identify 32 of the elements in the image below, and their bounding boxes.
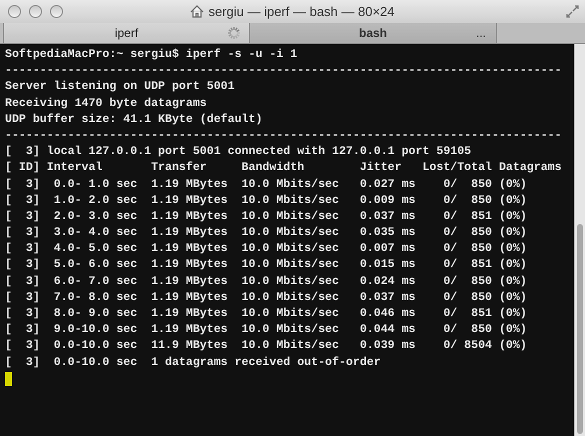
terminal-line: [ 3] 4.0- 5.0 sec 1.19 MBytes 10.0 Mbits/sec 0.007 ms 0/ 850 (0%) [5,241,527,258]
scrollbar[interactable] [574,44,585,436]
window-title: sergiu — iperf — bash — 80×24 [208,2,395,21]
overflow-indicator: ... [476,25,486,42]
close-button[interactable] [8,5,21,18]
terminal-line: [ 3] 2.0- 3.0 sec 1.19 MBytes 10.0 Mbits/sec 0.037 ms 0/ 851 (0%) [5,208,527,225]
terminal-line: [ 3] 0.0-10.0 sec 1 datagrams received out-of-order [5,354,381,371]
terminal-line: UDP buffer size: 41.1 KByte (default) [5,112,262,128]
tab[interactable]: bash ... [250,23,497,43]
terminal-line: -------------------------------------------------------------------------------- [5,63,562,80]
cursor [5,372,12,386]
terminal-line: Server listening on UDP port 5001 [5,79,235,96]
fullscreen-icon[interactable] [566,5,579,18]
terminal-line: [ 3] 3.0- 4.0 sec 1.19 MBytes 10.0 Mbits/sec 0.035 ms 0/ 850 (0%) [5,225,527,242]
terminal-line: -------------------------------------------------------------------------------- [5,128,562,144]
terminal-line: [ 3] 7.0- 8.0 sec 1.19 MBytes 10.0 Mbits/sec 0.037 ms 0/ 850 (0%) [5,290,527,306]
terminal-line: [ ID] Interval Transfer Bandwidth Jitter Lost/Total Datagrams [5,160,562,176]
tab[interactable]: iperf [3,23,250,43]
terminal-line: [ 3] 5.0- 6.0 sec 1.19 MBytes 10.0 Mbits/sec 0.015 ms 0/ 851 (0%) [5,257,527,274]
terminal-line: Receiving 1470 byte datagrams [5,96,207,112]
house-icon [190,5,204,18]
minimize-button[interactable] [29,5,42,18]
terminal-line: [ 3] 8.0- 9.0 sec 1.19 MBytes 10.0 Mbits/sec 0.046 ms 0/ 851 (0%) [5,306,527,322]
terminal-line: [ 3] 0.0-10.0 sec 11.9 MBytes 10.0 Mbits/sec 0.039 ms 0/ 8504 (0%) [5,338,527,354]
terminal-line: [ 3] local 127.0.0.1 port 5001 connected with 127.0.0.1 port 59105 [5,144,472,160]
scrollbar-thumb[interactable] [577,224,583,434]
terminal-line: SoftpediaMacPro:~ sergiu$ iperf -s -u -i 1 [5,47,298,63]
zoom-button[interactable] [50,5,63,18]
terminal-line: [ 3] 1.0- 2.0 sec 1.19 MBytes 10.0 Mbits/sec 0.009 ms 0/ 850 (0%) [5,192,527,209]
terminal-line: [ 3] 0.0- 1.0 sec 1.19 MBytes 10.0 Mbits/sec 0.027 ms 0/ 850 (0%) [5,176,527,192]
terminal-line: [ 3] 9.0-10.0 sec 1.19 MBytes 10.0 Mbits/sec 0.044 ms 0/ 850 (0%) [5,322,527,338]
terminal-line: [ 3] 6.0- 7.0 sec 1.19 MBytes 10.0 Mbits/sec 0.024 ms 0/ 850 (0%) [5,274,527,290]
